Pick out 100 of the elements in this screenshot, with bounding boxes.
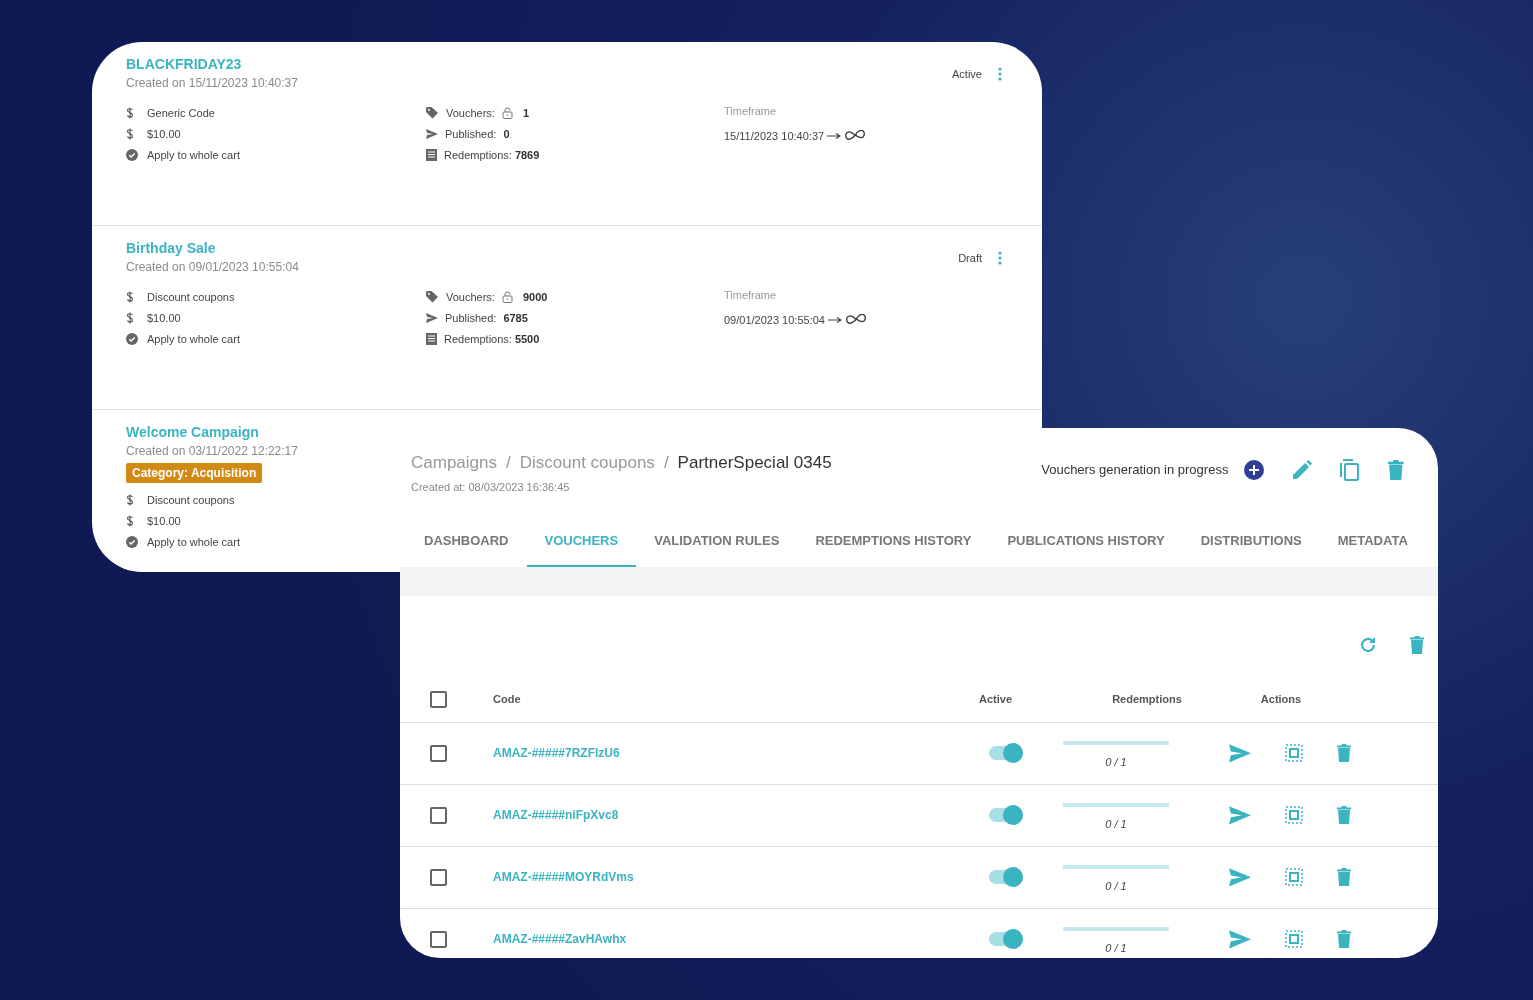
select-area-icon[interactable] [1285, 744, 1303, 762]
trash-icon[interactable] [1337, 868, 1352, 886]
add-icon[interactable] [1244, 460, 1265, 480]
tag-icon [426, 291, 439, 303]
timeframe-label: Timeframe [724, 288, 778, 303]
detail-text: $10.00 [147, 126, 181, 142]
tag-icon [426, 107, 439, 119]
trash-icon[interactable] [1388, 460, 1404, 480]
voucher-code[interactable]: AMAZ-#####MOYRdVms [493, 868, 989, 886]
copy-icon[interactable] [1340, 459, 1361, 481]
redemptions-label: Redemptions: [444, 331, 512, 347]
row-checkbox[interactable] [430, 744, 447, 762]
tab[interactable]: VALIDATION RULES [636, 529, 798, 567]
send-icon[interactable] [1229, 743, 1251, 763]
column-header: Actions [1259, 692, 1303, 708]
created-date: Created on 15/11/2023 10:40:37 [126, 75, 298, 92]
edit-icon[interactable] [1292, 460, 1313, 480]
tab[interactable]: METADATA [1319, 529, 1426, 567]
check-circle-icon [126, 333, 138, 345]
active-toggle[interactable] [989, 870, 1023, 884]
active-toggle[interactable] [989, 746, 1023, 760]
row-checkbox[interactable] [430, 930, 447, 948]
voucher-code[interactable]: AMAZ-#####ZavHAwhx [493, 930, 989, 948]
active-toggle[interactable] [989, 932, 1023, 946]
redemption-count: 0 / 1 [1105, 755, 1127, 771]
check-circle-icon [126, 536, 138, 548]
trash-icon[interactable] [1337, 930, 1352, 948]
redemptions-label: Redemptions: [444, 147, 512, 163]
status-label: Active [952, 67, 982, 82]
breadcrumb-link[interactable]: Discount coupons [519, 450, 655, 476]
send-icon[interactable] [1229, 805, 1251, 825]
detail-text: Apply to whole cart [147, 534, 240, 550]
vouchers-label: Vouchers: [446, 289, 495, 305]
tab[interactable]: REDEMPTIONS HISTORY [797, 529, 990, 567]
voucher-code[interactable]: AMAZ-#####7RZFlzU6 [493, 744, 989, 762]
category-badge: Category: Acquisition [126, 463, 263, 483]
column-header: Code [493, 692, 522, 708]
breadcrumb-separator: / [506, 452, 511, 474]
arrow-right-icon [827, 132, 842, 139]
redemptions-count: 7869 [514, 147, 540, 163]
send-icon [426, 312, 438, 324]
created-date: Created at: 08/03/2023 16:36:45 [411, 479, 571, 495]
send-icon [426, 128, 438, 140]
lock-icon [501, 107, 513, 119]
column-header: Redemptions [1111, 692, 1183, 708]
published-label: Published: [445, 310, 497, 326]
column-header: Active [979, 692, 1014, 708]
detail-text: Apply to whole cart [147, 147, 240, 163]
redemption-count: 0 / 1 [1105, 879, 1127, 895]
campaign-title[interactable]: Birthday Sale [126, 240, 216, 256]
more-menu-icon[interactable] [998, 67, 1002, 82]
breadcrumb-link[interactable]: Campaigns [411, 450, 497, 476]
status-label: Draft [958, 251, 982, 266]
trash-icon[interactable] [1409, 635, 1424, 654]
timeframe-label: Timeframe [724, 104, 778, 119]
row-checkbox[interactable] [430, 868, 447, 886]
infinity-icon [844, 130, 867, 142]
trash-icon[interactable] [1337, 806, 1352, 824]
created-date: Created on 09/01/2023 10:55:04 [126, 259, 299, 276]
refresh-icon[interactable] [1358, 635, 1377, 654]
trash-icon[interactable] [1337, 744, 1352, 762]
tab[interactable]: DISTRIBUTIONS [1182, 529, 1320, 567]
arrow-right-icon [827, 316, 842, 323]
row-checkbox[interactable] [430, 806, 447, 824]
receipt-icon [426, 149, 437, 161]
detail-text: $10.00 [147, 513, 181, 529]
select-area-icon[interactable] [1285, 930, 1303, 948]
tab[interactable]: DASHBOARD [406, 529, 527, 567]
timeframe-start: 15/11/2023 10:40:37 [724, 128, 825, 144]
redemption-count: 0 / 1 [1105, 817, 1127, 833]
created-date: Created on 03/11/2022 12:22:17 [126, 443, 298, 460]
tab[interactable]: PUBLICATIONS HISTORY [989, 529, 1183, 567]
vouchers-label: Vouchers: [446, 105, 495, 121]
breadcrumb-current: PartnerSpecial 0345 [677, 452, 832, 474]
infinity-icon [844, 314, 867, 326]
lock-icon [501, 291, 513, 303]
published-count: 6785 [503, 310, 528, 326]
published-label: Published: [445, 126, 497, 142]
active-toggle[interactable] [989, 808, 1023, 822]
campaign-title[interactable]: Welcome Campaign [126, 424, 259, 440]
vouchers-count: 9000 [522, 289, 548, 305]
redemptions-count: 5500 [514, 331, 540, 347]
more-menu-icon[interactable] [998, 251, 1002, 266]
detail-text: Generic Code [147, 105, 215, 121]
generation-status: Vouchers generation in progress [1041, 461, 1229, 480]
campaign-title[interactable]: BLACKFRIDAY23 [126, 56, 242, 72]
send-icon[interactable] [1229, 867, 1251, 887]
published-count: 0 [503, 126, 510, 142]
select-area-icon[interactable] [1285, 806, 1303, 824]
select-all-checkbox[interactable] [430, 691, 447, 708]
redemption-count: 0 / 1 [1105, 941, 1127, 957]
detail-text: Discount coupons [147, 492, 235, 508]
voucher-code[interactable]: AMAZ-#####niFpXvc8 [493, 806, 989, 824]
detail-text: $10.00 [147, 310, 181, 326]
check-circle-icon [126, 149, 138, 161]
detail-text: Apply to whole cart [147, 331, 240, 347]
select-area-icon[interactable] [1285, 868, 1303, 886]
send-icon[interactable] [1229, 929, 1251, 949]
breadcrumb-separator: / [663, 452, 669, 474]
detail-text: Discount coupons [147, 289, 235, 305]
